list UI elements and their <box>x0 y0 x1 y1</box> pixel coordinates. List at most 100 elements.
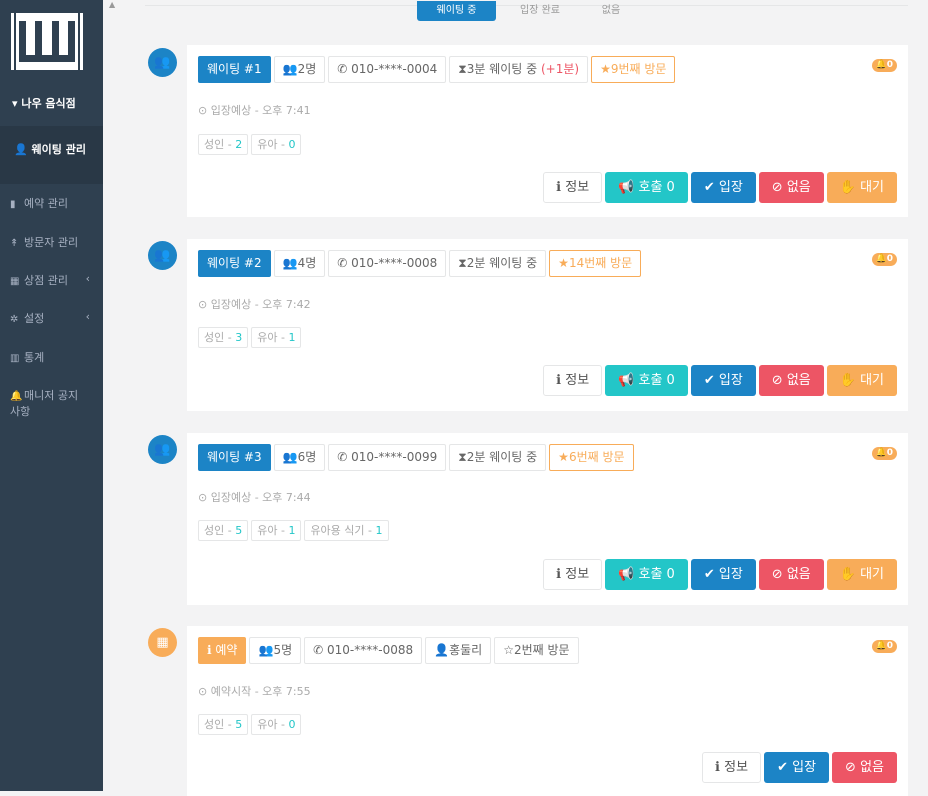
guest-tableware: 유아용 식기 - 1 <box>304 520 389 541</box>
wait-button[interactable]: ✋ 대기 <box>826 172 897 203</box>
star-outline-icon: ☆ <box>503 643 514 657</box>
info-button[interactable]: ℹ 정보 <box>702 752 762 783</box>
users-icon: 👥 <box>148 48 177 77</box>
phone-icon: ✆ <box>337 450 348 464</box>
guest-child: 유아 - 0 <box>251 134 302 155</box>
info-icon: ℹ <box>556 373 562 388</box>
phone-badge: ✆ 010-****-0099 <box>328 444 447 471</box>
no-show-button[interactable]: ⊘ 없음 <box>758 365 824 396</box>
sidebar-item-notices[interactable]: 🔔 매니저 공지사항 <box>10 388 80 419</box>
phone-icon: ✆ <box>337 62 348 76</box>
info-icon: ℹ <box>715 760 720 775</box>
visit-count-badge: ★6번째 방문 <box>549 444 634 471</box>
sidebar-item-reservation[interactable]: ▮ 예약 관리 <box>10 196 98 212</box>
visit-count-badge: ★14번째 방문 <box>549 250 642 277</box>
no-show-button[interactable]: ⊘ 없음 <box>832 752 897 783</box>
sidebar-item-stats[interactable]: ▥ 통계 <box>10 350 98 366</box>
no-show-button[interactable]: ⊘ 없음 <box>758 559 824 590</box>
bell-icon: 🔔 <box>10 391 23 402</box>
notification-badge: 🔔0 <box>871 253 897 266</box>
info-icon: ℹ <box>207 643 212 657</box>
phone-icon: ✆ <box>337 256 348 270</box>
check-icon: ✔ <box>703 567 715 582</box>
megaphone-icon: 📢 <box>618 180 635 195</box>
info-button[interactable]: ℹ 정보 <box>543 365 603 396</box>
waiting-number-badge: 웨이팅 #2 <box>198 250 271 277</box>
call-button[interactable]: 📢 호출 0 <box>605 559 688 590</box>
wait-time-badge: ⧗2분 웨이팅 중 <box>449 250 547 277</box>
wait-time-badge: ⧗3분 웨이팅 중 (+1분) <box>449 56 589 83</box>
users-icon: 👥 <box>282 450 298 464</box>
guest-breakdown: 성인 - 5 유아 - 0 <box>198 714 302 735</box>
guest-child: 유아 - 1 <box>251 327 302 348</box>
store-selector[interactable]: ▾ 나우 음식점 <box>12 95 76 111</box>
info-icon: ℹ <box>556 180 562 195</box>
ban-icon: ⊘ <box>771 180 783 195</box>
star-icon: ★ <box>558 450 569 464</box>
guest-breakdown: 성인 - 3 유아 - 1 <box>198 327 302 348</box>
user-icon: 👤 <box>434 643 450 657</box>
sidebar-item-store[interactable]: ▦ 상점 관리 ‹ <box>10 272 98 289</box>
waiting-number-badge: 웨이팅 #3 <box>198 444 271 471</box>
brand-logo[interactable] <box>11 13 83 70</box>
info-button[interactable]: ℹ 정보 <box>543 559 603 590</box>
hand-icon: ✋ <box>839 373 856 388</box>
scrollbar[interactable] <box>103 0 123 791</box>
guest-adult: 성인 - 5 <box>198 520 249 541</box>
tab-waiting[interactable]: 웨이팅 중 <box>417 1 496 21</box>
enter-button[interactable]: ✔ 입장 <box>690 172 756 203</box>
clock-icon: ⊙ <box>198 685 208 698</box>
calendar-icon: ▦ <box>148 628 177 657</box>
reservation-badge: ℹ 예약 <box>198 637 247 664</box>
sidebar-item-visitors[interactable]: ↟ 방문자 관리 <box>10 235 98 251</box>
wait-button[interactable]: ✋ 대기 <box>826 365 897 396</box>
check-icon: ✔ <box>703 373 715 388</box>
call-button[interactable]: 📢 호출 0 <box>605 172 688 203</box>
info-button[interactable]: ℹ 정보 <box>543 172 603 203</box>
call-button[interactable]: 📢 호출 0 <box>605 365 688 396</box>
star-icon: ★ <box>558 256 569 270</box>
sidebar-item-label: 통계 <box>24 351 45 364</box>
guest-adult: 성인 - 3 <box>198 327 249 348</box>
tab-none[interactable]: 없음 <box>583 1 639 21</box>
sidebar: ▾ 나우 음식점 👤 웨이팅 관리 ▮ 예약 관리 ↟ 방문자 관리 ▦ 상점 관리 … <box>0 0 103 791</box>
bookmark-icon: ▮ <box>10 199 16 210</box>
ban-icon: ⊘ <box>845 760 856 775</box>
bar-chart-icon: ▥ <box>10 353 20 364</box>
hourglass-icon: ⧗ <box>458 450 467 464</box>
sidebar-item-waiting[interactable]: 👤 웨이팅 관리 <box>0 126 103 184</box>
sidebar-item-label: 설정 <box>24 312 45 325</box>
notification-badge: 🔔0 <box>871 59 897 72</box>
waiting-card: 웨이팅 #3 👥6명 ✆ 010-****-0099 ⧗2분 웨이팅 중 ★6번… <box>187 433 908 605</box>
users-icon: 👥 <box>282 62 298 76</box>
check-icon: ✔ <box>703 180 715 195</box>
tab-entered[interactable]: 입장 완료 <box>505 1 575 21</box>
waiting-number-badge: 웨이팅 #1 <box>198 56 271 83</box>
party-size-badge: 👥4명 <box>273 250 326 277</box>
enter-button[interactable]: ✔ 입장 <box>764 752 830 783</box>
guest-adult: 성인 - 2 <box>198 134 249 155</box>
wait-button[interactable]: ✋ 대기 <box>826 559 897 590</box>
sidebar-item-label: 방문자 관리 <box>24 236 79 249</box>
reservation-card: ℹ 예약 👥5명 ✆ 010-****-0088 👤홍둘리 ☆2번째 방문 🔔0… <box>187 626 908 796</box>
pin-icon: ↟ <box>10 238 19 249</box>
no-show-button[interactable]: ⊘ 없음 <box>758 172 824 203</box>
gear-icon: ✲ <box>10 314 19 325</box>
hourglass-icon: ⧗ <box>458 62 467 76</box>
check-icon: ✔ <box>777 760 788 775</box>
sidebar-item-settings[interactable]: ✲ 설정 ‹ <box>10 310 98 327</box>
party-size-badge: 👥2명 <box>273 56 326 83</box>
tab-bar: 웨이팅 중 입장 완료 없음 <box>145 1 908 21</box>
scroll-up-icon[interactable]: ▲ <box>109 0 115 9</box>
reservation-time-text: ⊙ 예약시작 - 오후 7:55 <box>198 685 311 698</box>
waiting-card: 웨이팅 #1 👥2명 ✆ 010-****-0004 ⧗3분 웨이팅 중 (+1… <box>187 45 908 217</box>
visit-count-badge: ☆2번째 방문 <box>494 637 579 664</box>
phone-badge: ✆ 010-****-0088 <box>304 637 423 664</box>
enter-button[interactable]: ✔ 입장 <box>690 559 756 590</box>
enter-button[interactable]: ✔ 입장 <box>690 365 756 396</box>
chevron-left-icon: ‹ <box>85 310 90 323</box>
wait-time-badge: ⧗2분 웨이팅 중 <box>449 444 547 471</box>
sidebar-item-label: 웨이팅 관리 <box>31 143 86 156</box>
guest-child: 유아 - 0 <box>251 714 302 735</box>
clock-icon: ⊙ <box>198 298 208 311</box>
